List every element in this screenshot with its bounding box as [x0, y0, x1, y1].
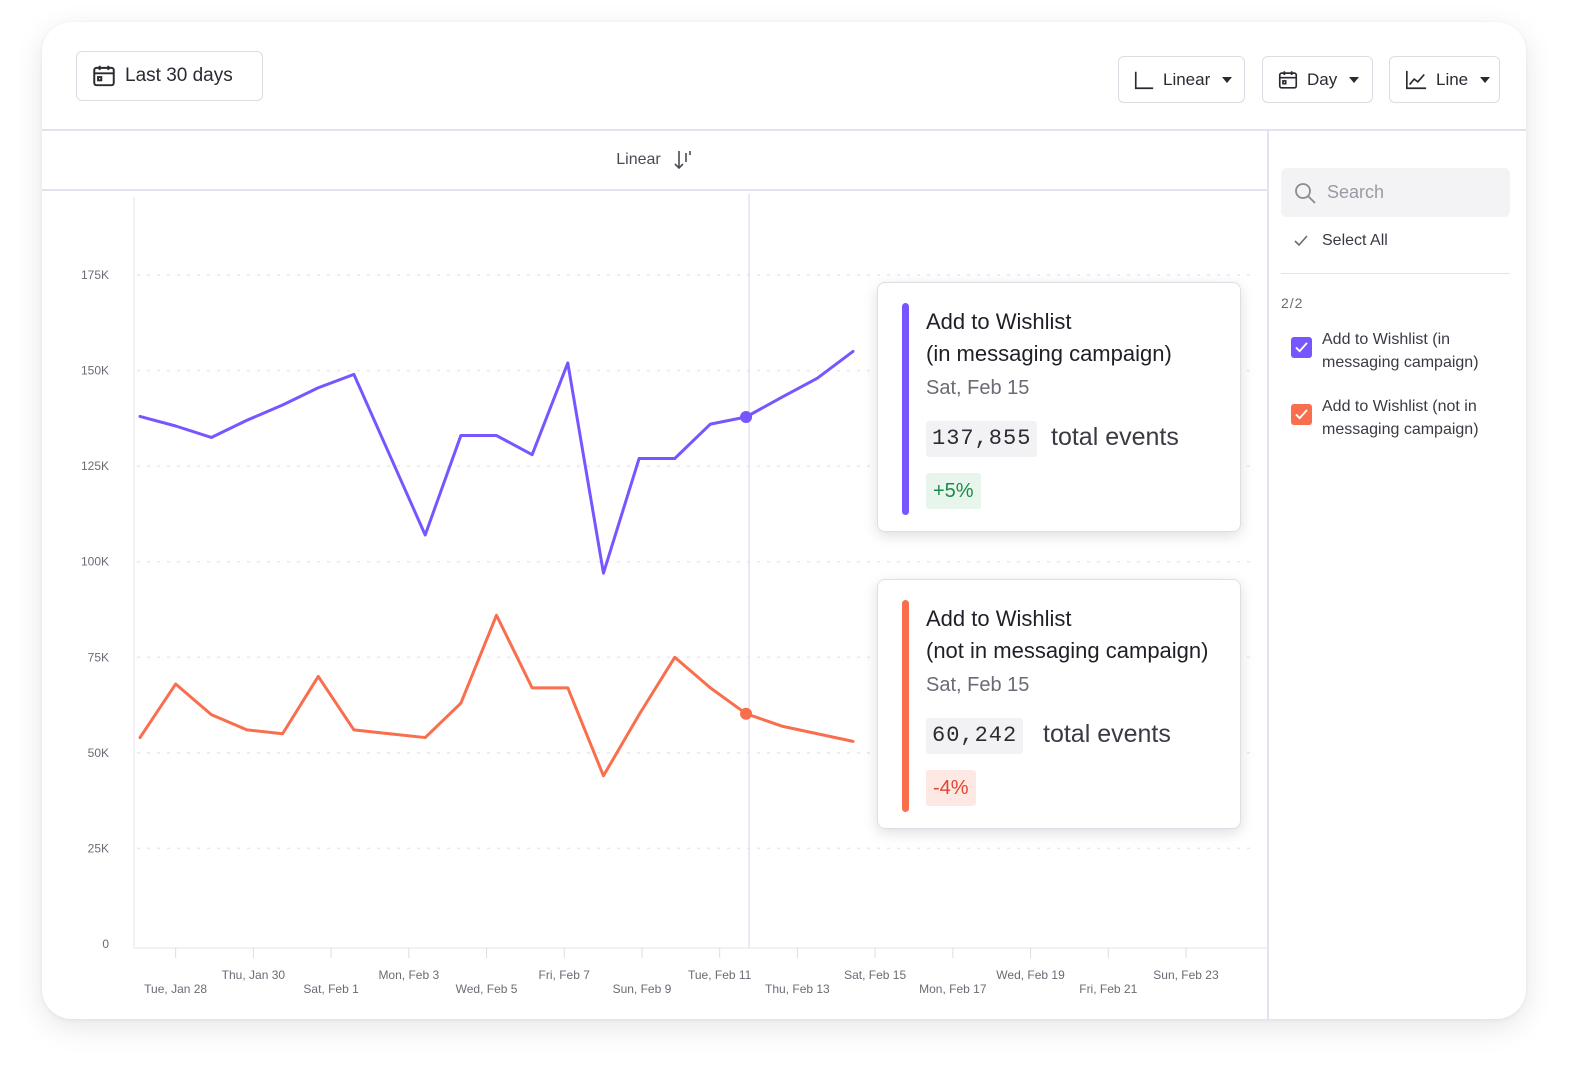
x-tick-label: Tue, Feb 11	[688, 968, 752, 982]
sidebar-divider	[1267, 130, 1269, 1019]
x-tick-label: Mon, Feb 17	[919, 982, 987, 996]
x-tick-label: Sat, Feb 1	[303, 982, 359, 996]
y-tick-label: 100K	[81, 555, 109, 569]
x-tick-label: Mon, Feb 3	[378, 968, 439, 982]
y-tick-label: 125K	[81, 459, 109, 473]
y-tick-label: 50K	[88, 746, 109, 760]
data-point	[740, 707, 753, 720]
x-tick-label: Sun, Feb 9	[613, 982, 672, 996]
y-tick-label: 0	[102, 937, 109, 951]
sidebar-separator	[1281, 273, 1510, 274]
x-tick-label: Wed, Feb 19	[996, 968, 1065, 982]
x-tick-label: Fri, Feb 7	[539, 968, 591, 982]
x-tick-label: Thu, Jan 30	[222, 968, 286, 982]
tooltip-series-b: Add to Wishlist (not in messaging campai…	[877, 579, 1241, 829]
y-tick-label: 150K	[81, 364, 109, 378]
tooltip-subtitle: (not in messaging campaign)	[926, 638, 1209, 663]
series-line-0	[138, 349, 855, 575]
tooltip-value: 60,242	[926, 718, 1024, 754]
y-tick-label: 75K	[88, 650, 109, 664]
legend-item-series-b[interactable]: Add to Wishlist (not in messaging campai…	[1291, 395, 1512, 441]
y-tick-label: 175K	[81, 268, 109, 282]
tooltip-value: 137,855	[926, 421, 1038, 457]
tooltip-delta: +5%	[926, 473, 981, 509]
check-icon	[1294, 235, 1308, 247]
chart-type-dropdown[interactable]: Line	[1389, 56, 1500, 103]
check-icon	[1295, 342, 1308, 353]
chart-type-label: Line	[1436, 69, 1469, 89]
tooltip-series-a: Add to Wishlist (in messaging campaign) …	[877, 282, 1241, 532]
tooltip-date: Sat, Feb 15	[926, 674, 1030, 696]
x-tick-label: Thu, Feb 13	[765, 982, 830, 996]
tooltip-unit: total events	[1051, 423, 1179, 451]
x-tick-label: Tue, Jan 28	[144, 982, 207, 996]
x-tick-label: Fri, Feb 21	[1079, 982, 1137, 996]
tooltip-subtitle: (in messaging campaign)	[926, 341, 1172, 366]
series-line-1	[138, 613, 855, 778]
legend-checkbox[interactable]	[1291, 337, 1312, 358]
x-tick-label: Wed, Feb 5	[456, 982, 518, 996]
tooltip-unit: total events	[1043, 720, 1171, 748]
caret-down-icon	[1349, 76, 1360, 83]
tooltip-title: Add to Wishlist	[926, 309, 1072, 334]
legend-label: Add to Wishlist (not in messaging campai…	[1322, 398, 1479, 438]
legend-item-series-a[interactable]: Add to Wishlist (in messaging campaign)	[1291, 328, 1512, 374]
tooltip-title: Add to Wishlist	[926, 606, 1072, 631]
selected-count: 2/2	[1281, 295, 1304, 311]
y-tick-label: 25K	[88, 841, 109, 855]
x-tick-label: Sat, Feb 15	[844, 968, 906, 982]
select-all-label: Select All	[1322, 232, 1388, 249]
time-unit-label: Day	[1307, 69, 1338, 89]
legend-checkbox[interactable]	[1291, 404, 1312, 425]
calendar-icon	[1278, 70, 1298, 89]
line-chart-icon	[1406, 70, 1427, 89]
tooltip-color-bar	[902, 303, 909, 515]
time-unit-dropdown[interactable]: Day	[1262, 56, 1373, 103]
legend-label: Add to Wishlist (in messaging campaign)	[1322, 331, 1479, 371]
caret-down-icon	[1480, 76, 1491, 83]
select-all-button[interactable]: Select All	[1294, 232, 1388, 250]
check-icon	[1295, 409, 1308, 420]
x-tick-label: Sun, Feb 23	[1153, 968, 1219, 982]
search-input[interactable]: Search	[1281, 168, 1510, 217]
data-point	[740, 411, 753, 424]
search-placeholder: Search	[1327, 182, 1385, 202]
tooltip-date: Sat, Feb 15	[926, 377, 1030, 399]
tooltip-delta: -4%	[926, 770, 976, 806]
search-icon	[1295, 182, 1316, 204]
chart-card: Last 30 days Linear Day Line Linear 0 25K…	[42, 22, 1526, 1019]
tooltip-color-bar	[902, 600, 909, 812]
